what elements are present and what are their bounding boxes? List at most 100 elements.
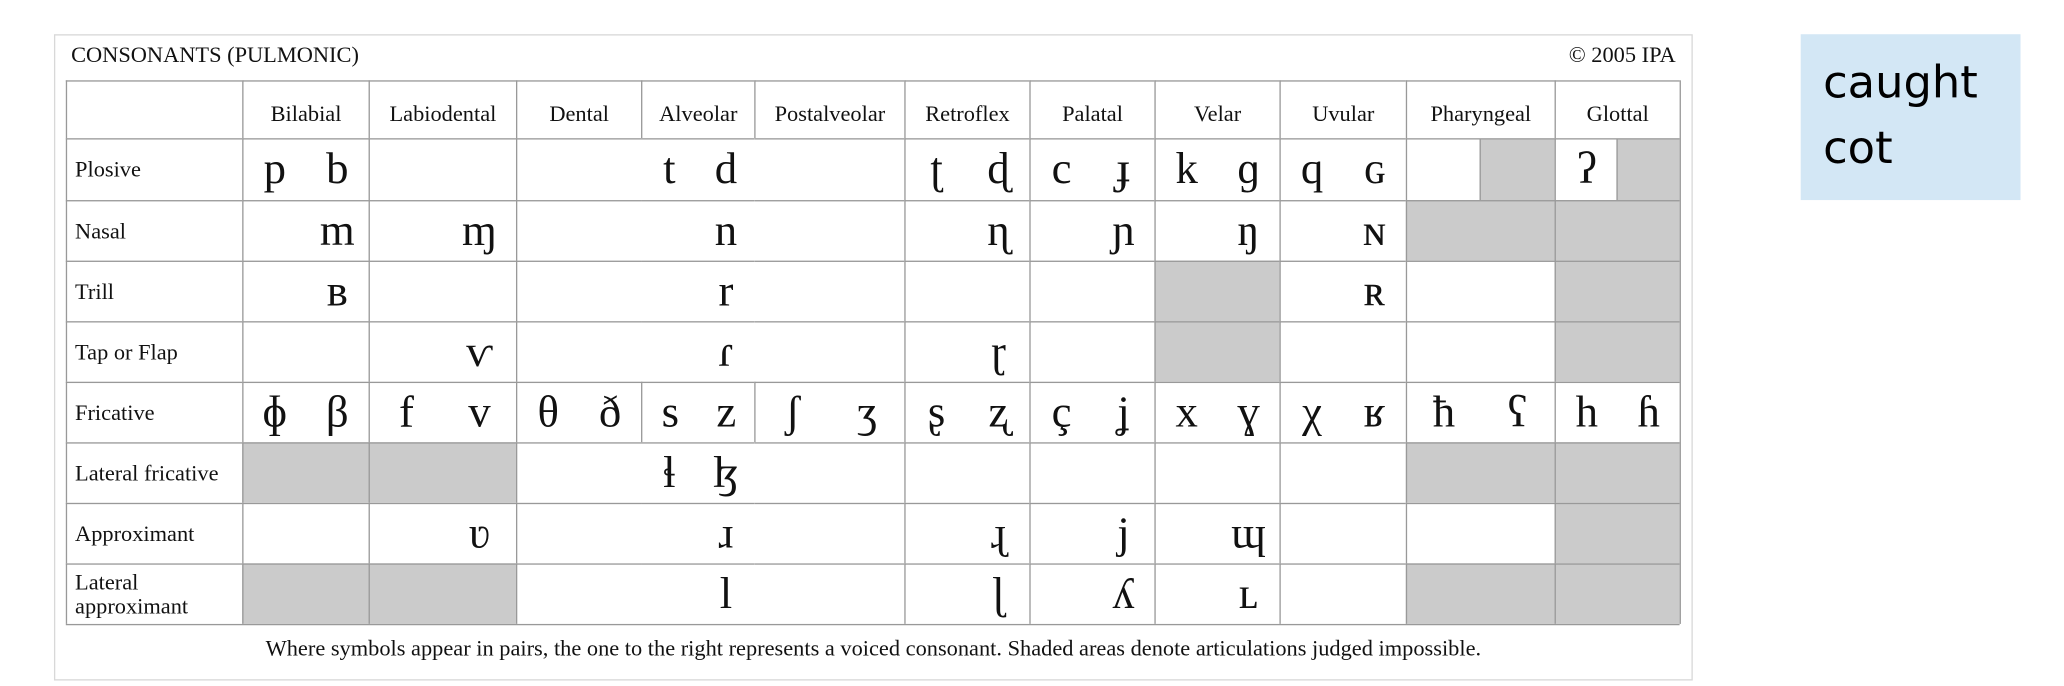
voiced-symbol: ɣ	[1237, 387, 1260, 437]
voiced-symbol: v	[468, 387, 491, 437]
header-corner	[65, 80, 243, 139]
cell-fricative-pharyngeal: ħʕ	[1405, 381, 1555, 443]
cell-tap-or-flap-postalveolar	[754, 321, 905, 382]
voiced-symbol: ɹ	[718, 508, 734, 558]
cell-fricative-glottal: hɦ	[1554, 381, 1680, 443]
voiceless-symbol: f	[398, 387, 414, 437]
cell-approximant-dental	[515, 502, 642, 564]
voiced-symbol: ʋ	[468, 508, 490, 558]
row-label: Trill	[65, 260, 243, 322]
row-label: Nasal	[65, 200, 243, 261]
cell-tap-or-flap-dental	[515, 321, 642, 382]
cell-plosive-retroflex: ʈɖ	[904, 138, 1030, 201]
cell-tap-or-flap-palatal	[1029, 321, 1155, 382]
voiced-symbol: ɳ	[987, 206, 1010, 255]
cell-approximant-uvular	[1279, 502, 1406, 564]
column-header-pharyngeal: Pharyngeal	[1405, 80, 1555, 139]
voiced-symbol: n	[714, 206, 738, 255]
cell-tap-or-flap-pharyngeal	[1405, 321, 1555, 382]
voiceless-symbol: s	[661, 387, 680, 437]
column-header-postalveolar: Postalveolar	[754, 80, 905, 139]
voiced-symbol: ɻ	[990, 508, 1006, 558]
cell-lateral-fricative-palatal	[1029, 442, 1155, 503]
cell-approximant-glottal	[1554, 502, 1680, 564]
voiceless-symbol: k	[1175, 144, 1198, 194]
cell-fricative-alveolar: sz	[641, 381, 755, 443]
cell-approximant-postalveolar	[754, 502, 905, 564]
cell-plosive-palatal: cɟ	[1029, 138, 1155, 201]
voiced-symbol: ɰ	[1231, 508, 1266, 558]
cell-nasal-alveolar: n	[641, 200, 755, 261]
cell-trill-alveolar: r	[641, 260, 755, 322]
cell-lateral-fricative-retroflex	[904, 442, 1030, 503]
column-header-palatal: Palatal	[1029, 80, 1155, 139]
cell-plosive-dental	[515, 138, 642, 201]
voiced-symbol: ʐ	[988, 387, 1009, 437]
cell-nasal-glottal	[1554, 200, 1680, 261]
voiced-symbol: ɲ	[1112, 206, 1135, 255]
cell-trill-postalveolar	[754, 260, 905, 322]
voiced-symbol: ɽ	[990, 327, 1006, 376]
example-word-cot: cot	[1823, 122, 1893, 176]
shaded-half	[1479, 139, 1555, 201]
cell-nasal-uvular: ɴ	[1279, 200, 1406, 261]
chart-footer-note: Where symbols appear in pairs, the one t…	[265, 635, 1482, 661]
cell-lateral-fricative-labiodental	[368, 442, 516, 503]
cell-approximant-labiodental: ʋ	[368, 502, 516, 564]
voiceless-symbol: ʔ	[1576, 144, 1597, 194]
cell-plosive-velar: kɡ	[1154, 138, 1280, 201]
voiceless-symbol: ʂ	[927, 387, 946, 437]
voiced-symbol: ɖ	[987, 144, 1010, 194]
cell-approximant-palatal: j	[1029, 502, 1155, 564]
cell-tap-or-flap-bilabial	[242, 321, 369, 382]
voiced-symbol: l	[719, 569, 733, 619]
row-label: Fricative	[65, 381, 243, 443]
voiced-symbol: ð	[598, 387, 622, 437]
cell-trill-bilabial: ʙ	[242, 260, 369, 322]
voiced-symbol: ʒ	[857, 387, 878, 437]
voiceless-symbol: θ	[537, 387, 559, 437]
voiced-symbol: ʟ	[1238, 569, 1259, 619]
cell-lateral-approximant-bilabial	[242, 563, 369, 624]
voiced-symbol: ʀ	[1363, 266, 1386, 316]
voiced-symbol: ʎ	[1112, 569, 1135, 619]
cell-lateral-approximant-pharyngeal	[1405, 563, 1555, 624]
column-header-velar: Velar	[1154, 80, 1280, 139]
voiced-symbol: ɟ	[1115, 144, 1131, 194]
cell-lateral-approximant-alveolar: l	[641, 563, 755, 624]
cell-tap-or-flap-velar	[1154, 321, 1280, 382]
voiceless-symbol: c	[1051, 144, 1072, 194]
cell-lateral-approximant-labiodental	[368, 563, 516, 624]
cell-nasal-velar: ŋ	[1154, 200, 1280, 261]
voiceless-symbol: χ	[1302, 387, 1322, 437]
voiceless-symbol: p	[263, 144, 286, 194]
cell-tap-or-flap-retroflex: ɽ	[904, 321, 1030, 382]
cell-plosive-postalveolar	[754, 138, 905, 201]
voiced-symbol: ɦ	[1637, 387, 1660, 437]
voiced-symbol: ɢ	[1364, 144, 1385, 194]
column-header-uvular: Uvular	[1279, 80, 1406, 139]
column-header-glottal: Glottal	[1554, 80, 1680, 139]
column-header-retroflex: Retroflex	[904, 80, 1030, 139]
cell-approximant-bilabial	[242, 502, 369, 564]
voiceless-symbol: q	[1300, 144, 1324, 194]
cell-approximant-velar: ɰ	[1154, 502, 1280, 564]
cell-lateral-fricative-velar	[1154, 442, 1280, 503]
cell-lateral-approximant-velar: ʟ	[1154, 563, 1280, 624]
cell-fricative-retroflex: ʂʐ	[904, 381, 1030, 443]
column-header-bilabial: Bilabial	[242, 80, 369, 139]
cell-nasal-dental	[515, 200, 642, 261]
voiced-symbol: j	[1117, 508, 1130, 558]
cell-lateral-fricative-uvular	[1279, 442, 1406, 503]
cell-trill-velar	[1154, 260, 1280, 322]
cell-lateral-approximant-postalveolar	[754, 563, 905, 624]
cell-fricative-postalveolar: ʃʒ	[754, 381, 905, 443]
cell-plosive-alveolar: td	[641, 138, 755, 201]
row-label: Lateral fricative	[65, 442, 243, 503]
voiced-symbol: ɭ	[992, 569, 1005, 619]
cell-fricative-bilabial: ɸβ	[242, 381, 369, 443]
voiceless-symbol: h	[1575, 387, 1598, 437]
voiceless-symbol: ɸ	[262, 387, 288, 437]
grid-bottom-border	[65, 623, 1680, 626]
cell-lateral-approximant-retroflex: ɭ	[904, 563, 1030, 624]
